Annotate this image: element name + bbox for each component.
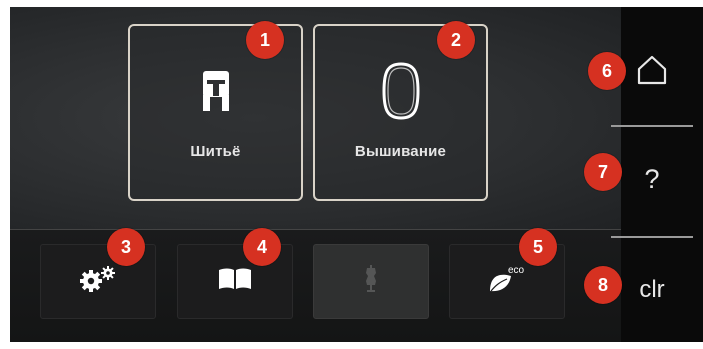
help-label: ?	[644, 163, 660, 194]
embroidery-mode-label: Вышивание	[354, 143, 447, 160]
gears-icon	[79, 266, 117, 297]
home-icon	[636, 55, 668, 90]
eco-leaf-icon: eco	[487, 264, 527, 299]
callout-marker: 6	[588, 52, 626, 90]
callout-marker: 7	[584, 153, 622, 191]
callout-marker: 2	[437, 21, 475, 59]
book-icon	[218, 267, 252, 296]
eco-badge-text: eco	[508, 265, 525, 276]
clear-label: clr	[639, 276, 665, 303]
clear-button[interactable]: clr	[611, 238, 693, 342]
sewing-mode-label: Шитьё	[190, 143, 241, 160]
callout-marker: 8	[584, 266, 622, 304]
dress-form-icon	[364, 265, 378, 298]
callout-marker: 1	[246, 21, 284, 59]
presser-foot-icon	[201, 60, 231, 122]
help-button[interactable]: ?	[611, 127, 693, 231]
embroidery-hoop-icon	[381, 60, 421, 122]
callout-marker: 5	[519, 228, 557, 266]
callout-marker: 4	[243, 228, 281, 266]
callout-marker: 3	[107, 228, 145, 266]
creative-consultant-button[interactable]	[313, 244, 429, 319]
